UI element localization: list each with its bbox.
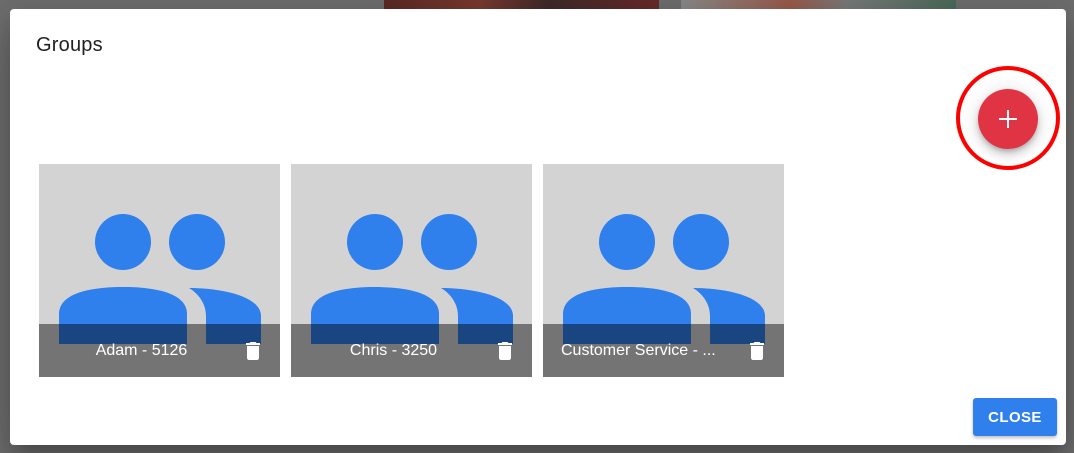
trash-icon (246, 342, 260, 360)
close-button[interactable]: CLOSE (973, 398, 1057, 436)
group-name: Chris - 3250 (349, 342, 438, 359)
delete-group-button[interactable] (493, 339, 517, 363)
trash-icon (498, 342, 512, 360)
groups-dialog: Groups Adam - 5126 Chris - 3250 Customer… (10, 9, 1066, 445)
card-footer: Chris - 3250 (291, 324, 532, 377)
group-name: Adam - 5126 (95, 342, 188, 359)
group-card[interactable]: Customer Service - ... (543, 164, 784, 377)
group-card[interactable]: Adam - 5126 (39, 164, 280, 377)
delete-group-button[interactable] (745, 339, 769, 363)
card-footer: Adam - 5126 (39, 324, 280, 377)
trash-icon (750, 342, 764, 360)
group-name: Customer Service - ... (561, 342, 716, 359)
delete-group-button[interactable] (241, 339, 265, 363)
card-footer: Customer Service - ... (543, 324, 784, 377)
add-group-button[interactable] (978, 89, 1038, 149)
dialog-title: Groups (36, 34, 103, 56)
group-card[interactable]: Chris - 3250 (291, 164, 532, 377)
plus-icon (999, 110, 1017, 128)
